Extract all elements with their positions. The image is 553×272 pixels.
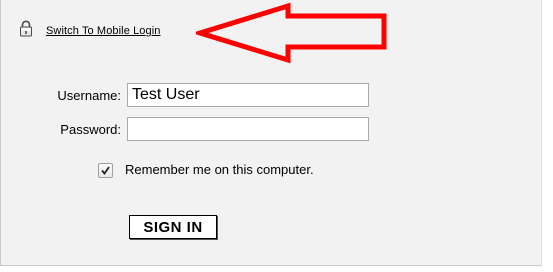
login-panel: Switch To Mobile Login Username: Passwor… <box>0 0 542 266</box>
sign-in-button[interactable]: SIGN IN <box>129 215 217 239</box>
checkmark-icon <box>101 166 110 175</box>
remember-me-checkbox[interactable] <box>98 163 113 178</box>
username-input[interactable] <box>127 83 369 107</box>
username-label: Username: <box>57 88 121 103</box>
password-input[interactable] <box>127 117 369 141</box>
remember-me-label: Remember me on this computer. <box>125 162 314 177</box>
lock-icon <box>18 20 34 37</box>
password-label: Password: <box>60 122 121 137</box>
red-arrow-left-icon <box>196 2 387 64</box>
switch-to-mobile-login-link[interactable]: Switch To Mobile Login <box>46 25 161 37</box>
